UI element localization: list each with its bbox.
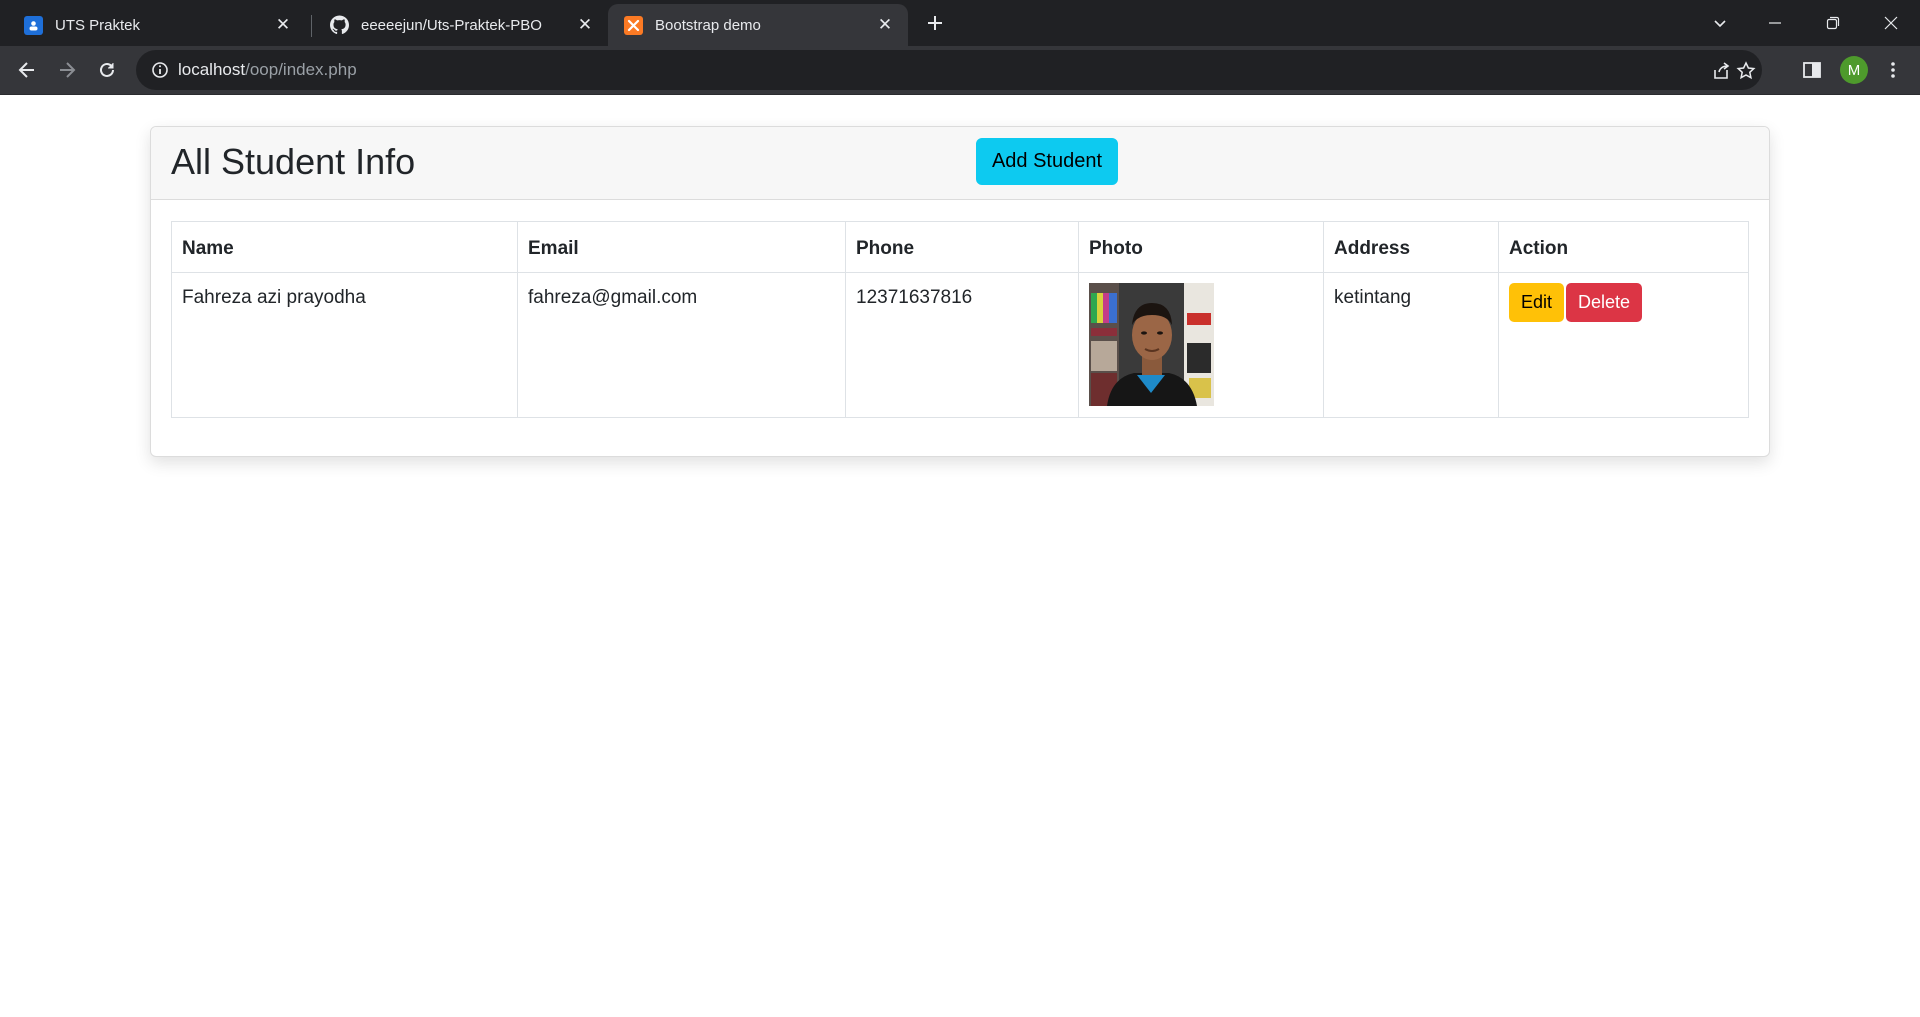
url-path: /oop/index.php bbox=[245, 60, 357, 79]
reload-icon bbox=[100, 62, 114, 77]
student-table: Name Email Phone Photo Address Action Fa… bbox=[171, 221, 1749, 418]
column-header-name: Name bbox=[171, 221, 518, 273]
student-address: ketintang bbox=[1323, 272, 1499, 418]
student-actions: Edit Delete bbox=[1498, 272, 1749, 418]
restore-icon bbox=[1826, 16, 1840, 30]
side-panel-icon[interactable] bbox=[1799, 57, 1825, 83]
minimize-icon bbox=[1769, 22, 1781, 24]
card-header: All Student Info Add Student bbox=[151, 127, 1769, 200]
browser-toolbar: localhost/oop/index.php M bbox=[0, 46, 1920, 95]
table-header-row: Name Email Phone Photo Address Action bbox=[171, 221, 1749, 273]
share-icon[interactable] bbox=[1710, 59, 1734, 83]
student-photo-cell bbox=[1078, 272, 1324, 418]
profile-avatar[interactable]: M bbox=[1840, 56, 1868, 84]
address-bar[interactable]: localhost/oop/index.php bbox=[136, 50, 1762, 90]
star-icon[interactable] bbox=[1734, 59, 1758, 83]
tab-search-button[interactable] bbox=[1705, 6, 1735, 40]
column-header-photo: Photo bbox=[1078, 221, 1324, 273]
arrow-right-icon bbox=[60, 62, 76, 78]
column-header-address: Address bbox=[1323, 221, 1499, 273]
tab-title: eeeeejun/Uts-Praktek-PBO bbox=[361, 16, 542, 34]
column-header-action: Action bbox=[1498, 221, 1749, 273]
table-row: Fahreza azi prayodha fahreza@gmail.com 1… bbox=[171, 272, 1749, 418]
student-card: All Student Info Add Student Name Email … bbox=[150, 126, 1770, 457]
student-name: Fahreza azi prayodha bbox=[171, 272, 518, 418]
restore-button[interactable] bbox=[1818, 6, 1848, 40]
student-photo bbox=[1089, 283, 1214, 406]
tab-title: Bootstrap demo bbox=[655, 16, 761, 34]
close-icon[interactable]: ✕ bbox=[572, 12, 598, 38]
close-icon[interactable]: ✕ bbox=[872, 12, 898, 38]
forward-button[interactable] bbox=[50, 53, 84, 87]
back-button[interactable] bbox=[10, 53, 44, 87]
xampp-icon bbox=[624, 15, 643, 35]
close-icon[interactable]: ✕ bbox=[270, 12, 296, 38]
arrow-left-icon bbox=[18, 62, 34, 78]
student-phone: 12371637816 bbox=[845, 272, 1079, 418]
column-header-phone: Phone bbox=[845, 221, 1079, 273]
url-host: localhost bbox=[178, 60, 246, 79]
edit-button[interactable]: Edit bbox=[1509, 283, 1565, 322]
site-info-icon[interactable] bbox=[150, 60, 170, 80]
url-text[interactable]: localhost/oop/index.php bbox=[178, 60, 357, 80]
delete-button[interactable]: Delete bbox=[1566, 283, 1643, 322]
student-email: fahreza@gmail.com bbox=[517, 272, 846, 418]
column-header-email: Email bbox=[517, 221, 846, 273]
reload-button[interactable] bbox=[90, 53, 124, 87]
plus-icon bbox=[928, 16, 942, 30]
menu-dots-icon[interactable] bbox=[1880, 57, 1906, 83]
tab-title: UTS Praktek bbox=[55, 16, 141, 34]
page-title: All Student Info bbox=[171, 141, 416, 182]
tab-github-repo[interactable]: eeeeejun/Uts-Praktek-PBO ✕ bbox=[306, 4, 608, 46]
new-tab-button[interactable] bbox=[920, 6, 950, 40]
tab-bootstrap-demo[interactable]: Bootstrap demo ✕ bbox=[608, 4, 908, 46]
browser-tabstrip: UTS Praktek ✕ eeeeejun/Uts-Praktek-PBO ✕… bbox=[0, 0, 1920, 46]
chevron-down-icon bbox=[1714, 20, 1726, 28]
close-icon bbox=[1884, 16, 1898, 30]
tab-uts-praktek[interactable]: UTS Praktek ✕ bbox=[0, 4, 306, 46]
close-window-button[interactable] bbox=[1876, 6, 1906, 40]
add-student-button[interactable]: Add Student bbox=[976, 138, 1118, 185]
google-classroom-icon bbox=[24, 15, 43, 35]
github-icon bbox=[330, 15, 349, 35]
minimize-button[interactable] bbox=[1760, 6, 1790, 40]
